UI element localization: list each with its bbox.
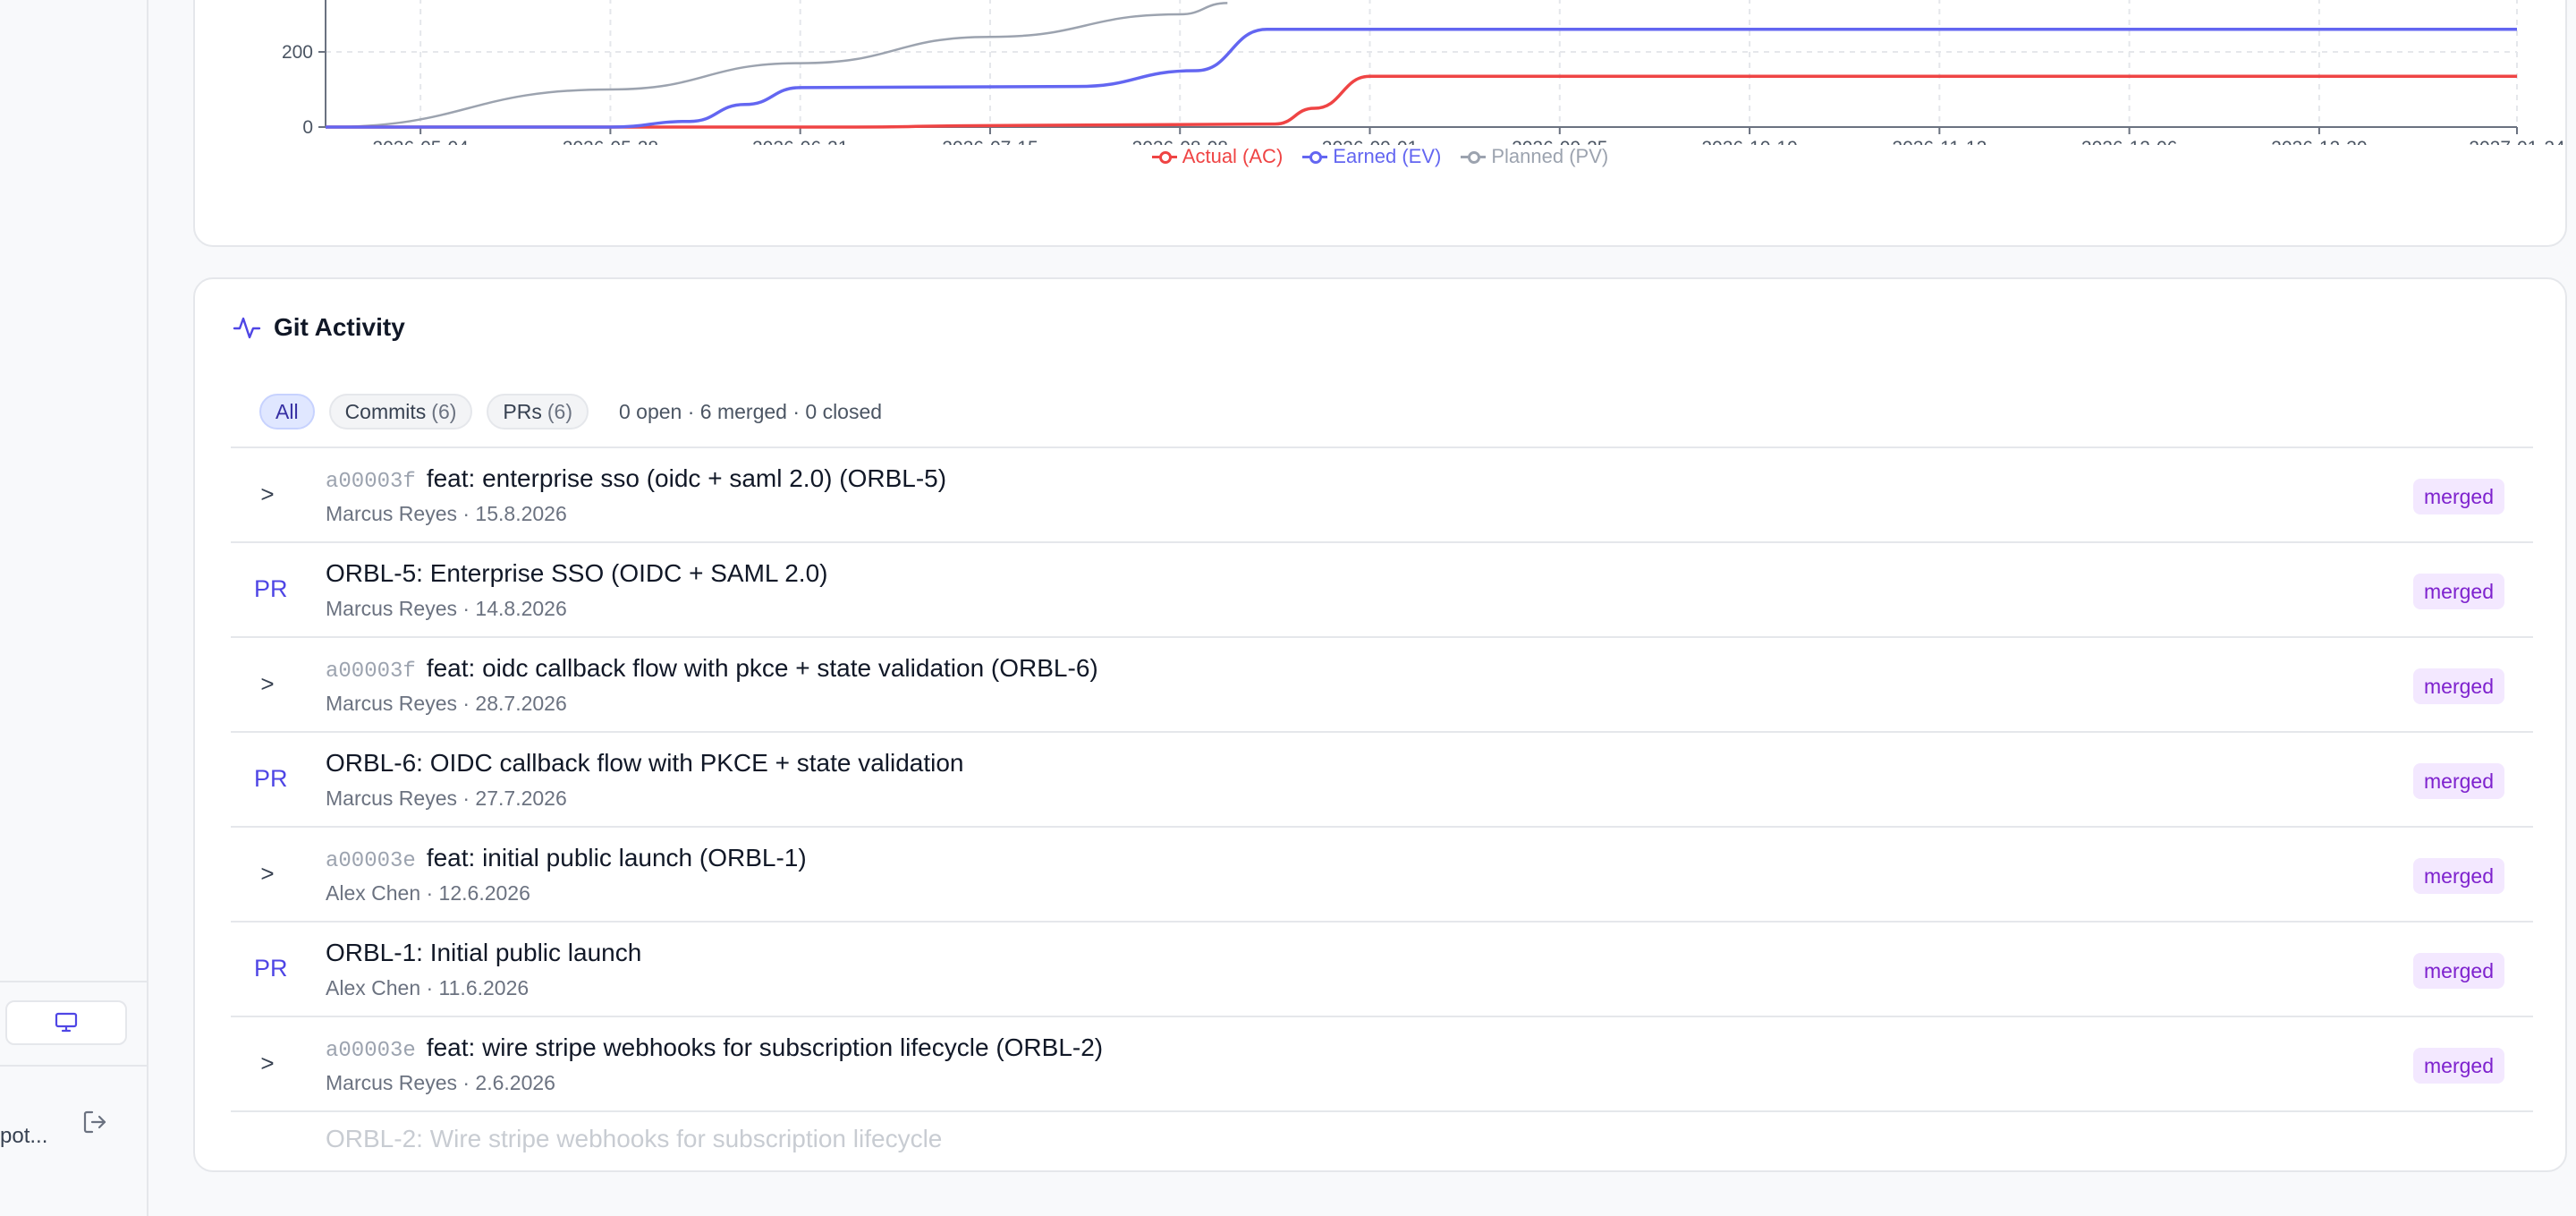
filter-prs-label: PRs [503,399,542,423]
git-activity-title: Git Activity [274,313,405,341]
list-item[interactable]: PR ORBL-5: Enterprise SSO (OIDC + SAML 2… [231,541,2533,636]
list-item[interactable]: ORBL-2: Wire stripe webhooks for subscri… [231,1110,2533,1152]
filter-commits[interactable]: Commits (6) [328,394,473,429]
legend-label: Actual (AC) [1182,145,1284,167]
item-title: ORBL-2: Wire stripe webhooks for subscri… [326,1125,943,1152]
x-tick-label: 2026-09-01 [1322,138,1418,145]
x-tick-label: 2026-05-04 [372,138,469,145]
commit-sha: a00003e [326,1039,416,1063]
legend-item[interactable]: Earned (EV) [1302,145,1441,168]
filter-commits-count: (6) [431,399,457,423]
legend-label: Planned (PV) [1491,145,1609,167]
logout-icon [83,1110,106,1134]
earned-series-line [326,28,2517,129]
x-tick-label: 2026-06-21 [752,138,848,145]
legend-swatch [1302,151,1328,164]
x-tick-label: 2027-01-24 [2469,138,2565,145]
item-title-text: feat: initial public launch (ORBL-1) [426,844,807,872]
item-meta: Marcus Reyes · 28.7.2026 [326,692,567,715]
commit-sha: a00003e [326,849,416,873]
filter-commits-label: Commits [344,399,427,423]
list-item[interactable]: > a00003f feat: enterprise sso (oidc + sa… [231,446,2533,541]
actual-series-line [326,74,2517,129]
commit-sha: a00003f [326,659,416,684]
sidebar: pot... [0,0,148,1216]
planned-series-line [325,2,1228,129]
monitor-icon [55,1012,78,1033]
chart-legend: Actual (AC) Earned (EV) Planned (PV) [195,145,2565,168]
y-tick-label: 200 [282,42,313,63]
x-tick-label: 2026-12-06 [2081,138,2177,145]
logout-button[interactable] [79,1106,111,1138]
y-tick-label: 0 [302,117,313,138]
item-title: ORBL-6: OIDC callback flow with PKCE + s… [326,749,964,777]
status-badge: merged [2413,574,2504,609]
activity-icon [233,317,261,339]
commit-icon: > [260,670,275,697]
git-activity-list: > a00003f feat: enterprise sso (oidc + sa… [231,446,2533,1152]
list-item[interactable]: PR ORBL-6: OIDC callback flow with PKCE … [231,731,2533,826]
item-meta: Marcus Reyes · 15.8.2026 [326,502,567,525]
legend-item[interactable]: Planned (PV) [1461,145,1608,168]
x-tick-label: 2026-07-15 [942,138,1038,145]
evm-chart: 2026-05-04 2026-05-28 2026-06-21 2026-07-15… [282,0,2565,145]
legend-label: Earned (EV) [1333,145,1442,167]
sidebar-divider [0,981,147,982]
x-tick-label: 2026-10-19 [1701,138,1797,145]
item-meta: Marcus Reyes · 27.7.2026 [326,787,567,810]
list-item[interactable]: > a00003e feat: initial public launch (OR… [231,826,2533,921]
filter-all[interactable]: All [259,394,315,429]
git-summary: 0 open · 6 merged · 0 closed [619,399,883,423]
item-title: a00003e feat: initial public launch (ORBL… [326,844,807,873]
pull-request-icon: PR [254,765,288,792]
filter-prs-count: (6) [547,399,572,423]
filter-prs[interactable]: PRs (6) [487,394,589,429]
item-title-text: feat: enterprise sso (oidc + saml 2.0) (… [426,464,947,492]
legend-swatch [1151,151,1177,164]
filter-all-label: All [275,399,299,423]
status-badge: merged [2413,858,2504,894]
commit-icon: > [260,1050,275,1076]
item-meta: Alex Chen · 11.6.2026 [326,976,530,999]
sidebar-divider [0,1065,147,1067]
status-badge: merged [2413,479,2504,514]
x-tick-label: 2026-05-28 [563,138,658,145]
x-tick-label: 2026-11-12 [1892,138,1987,145]
git-activity-header: Git Activity [233,313,405,342]
legend-swatch [1461,151,1487,164]
item-meta: Marcus Reyes · 2.6.2026 [326,1071,555,1094]
item-title: a00003f feat: enterprise sso (oidc + saml… [326,464,946,494]
item-title: ORBL-5: Enterprise SSO (OIDC + SAML 2.0) [326,559,828,587]
x-tick-label: 2026-08-08 [1132,138,1228,145]
pull-request-icon: PR [254,575,288,602]
item-meta: Marcus Reyes · 14.8.2026 [326,597,567,620]
x-tick-label: 2026-12-30 [2271,138,2367,145]
user-name: pot... [0,1124,48,1148]
status-badge: merged [2413,953,2504,989]
item-title: a00003e feat: wire stripe webhooks for su… [326,1033,1103,1063]
git-activity-card: Git Activity All Commits (6) PRs (6) 0 o… [193,277,2567,1172]
commit-icon: > [260,860,275,887]
item-title-text: feat: oidc callback flow with pkce + sta… [426,654,1098,682]
evm-chart-card: 2026-05-04 2026-05-28 2026-06-21 2026-07-15… [193,0,2567,247]
item-title-text: feat: wire stripe webhooks for subscript… [426,1033,1104,1061]
pull-request-icon: PR [254,955,288,982]
status-badge: merged [2413,763,2504,799]
commit-icon: > [260,480,275,507]
status-badge: merged [2413,1048,2504,1084]
item-meta: Alex Chen · 12.6.2026 [326,881,530,905]
git-filters: All Commits (6) PRs (6) 0 open · 6 merge… [259,394,882,429]
list-item[interactable]: > a00003e feat: wire stripe webhooks for … [231,1016,2533,1110]
item-title: a00003f feat: oidc callback flow with pkc… [326,654,1098,684]
legend-item[interactable]: Actual (AC) [1151,145,1284,168]
status-badge: merged [2413,668,2504,704]
list-item[interactable]: > a00003f feat: oidc callback flow with p… [231,636,2533,731]
x-tick-label: 2026-09-25 [1512,138,1607,145]
commit-sha: a00003f [326,470,416,494]
list-item[interactable]: PR ORBL-1: Initial public launch Alex Ch… [231,921,2533,1016]
item-title: ORBL-1: Initial public launch [326,939,642,966]
theme-toggle-button[interactable] [5,1000,127,1045]
